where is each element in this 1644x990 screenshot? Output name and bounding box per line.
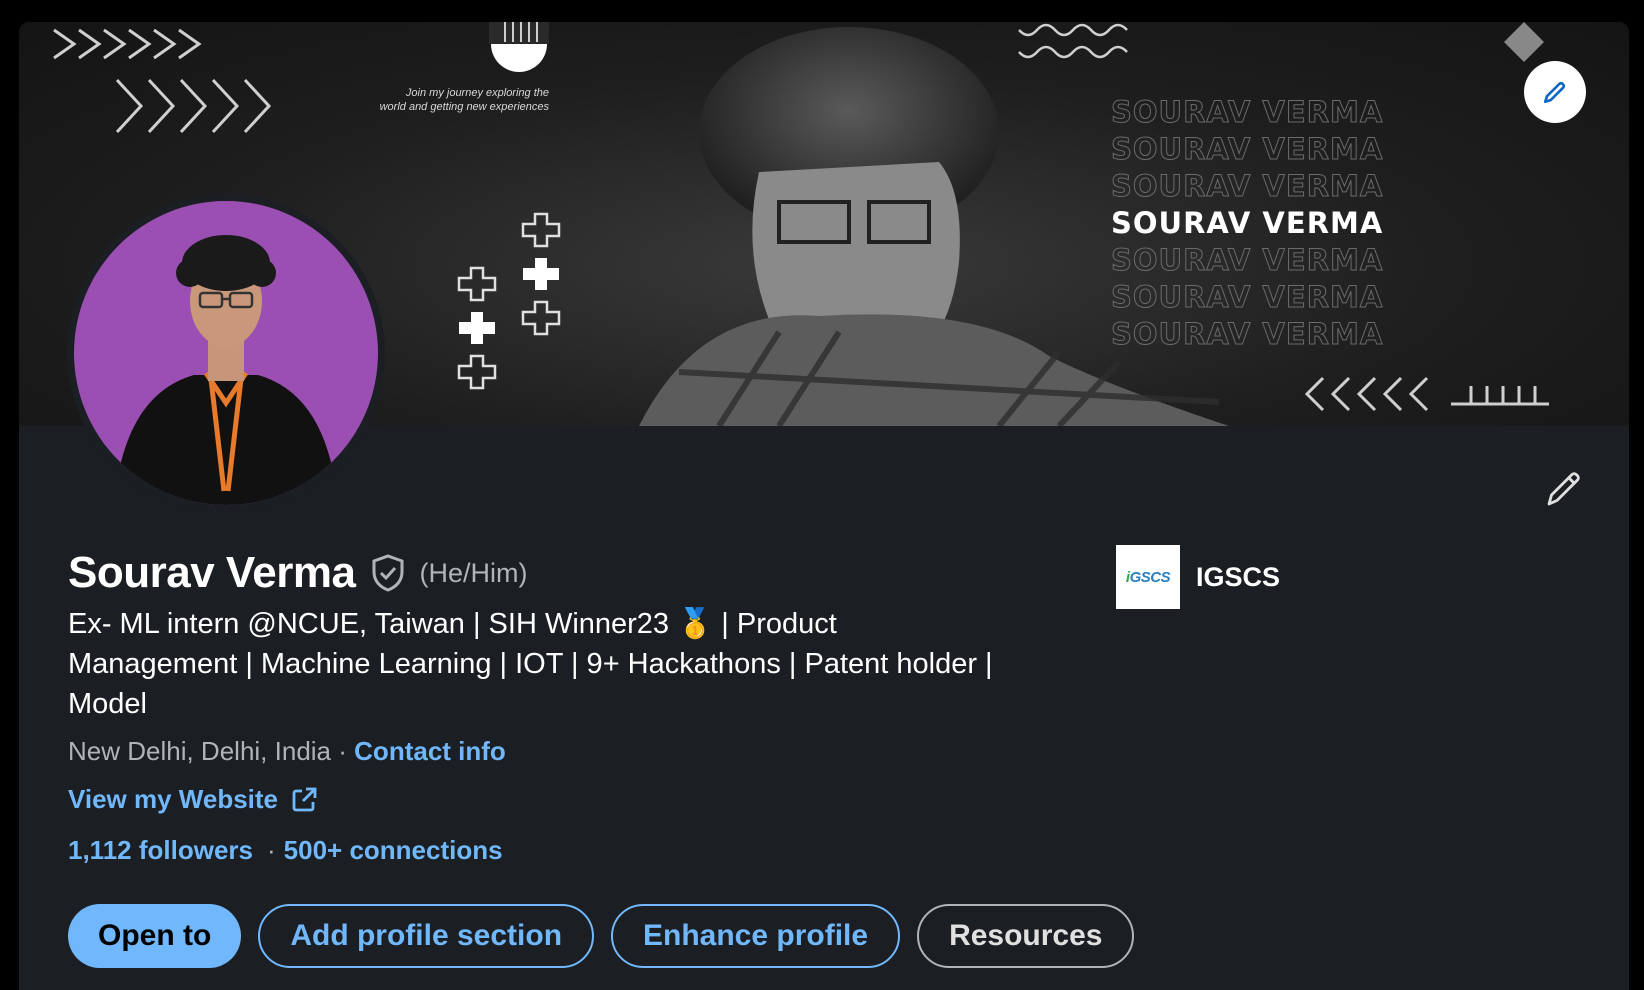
edit-banner-button[interactable] bbox=[1524, 61, 1586, 123]
name-row: Sourav Verma (He/Him) bbox=[68, 548, 528, 598]
contact-info-link[interactable]: Contact info bbox=[354, 736, 506, 766]
verified-shield-icon[interactable] bbox=[368, 553, 408, 593]
banner-name-ghost: SOURAV VERMA bbox=[1111, 243, 1384, 278]
add-profile-section-button[interactable]: Add profile section bbox=[258, 904, 595, 968]
profile-actions: Open to Add profile section Enhance prof… bbox=[68, 904, 1135, 968]
location-row: New Delhi, Delhi, India · Contact info bbox=[68, 736, 506, 767]
pronouns: (He/Him) bbox=[419, 557, 528, 588]
banner-name: SOURAV VERMA bbox=[1111, 206, 1384, 240]
pencil-icon bbox=[1543, 81, 1566, 104]
banner-name-ghost: SOURAV VERMA bbox=[1111, 317, 1384, 352]
banner-name-stack: SOURAV VERMA SOURAV VERMA SOURAV VERMA S… bbox=[1111, 94, 1531, 353]
profile-headline: Ex- ML intern @NCUE, Taiwan | SIH Winner… bbox=[68, 608, 993, 720]
pencil-icon bbox=[1547, 472, 1580, 506]
company-name: IGSCS bbox=[1196, 561, 1281, 592]
banner-name-ghost: SOURAV VERMA bbox=[1111, 95, 1384, 130]
profile-avatar[interactable] bbox=[67, 194, 385, 512]
website-link[interactable]: View my Website bbox=[68, 784, 318, 815]
banner-name-ghost: SOURAV VERMA bbox=[1111, 280, 1384, 315]
open-to-button[interactable]: Open to bbox=[68, 904, 242, 968]
location-separator: · bbox=[338, 736, 347, 766]
banner-name-ghost: SOURAV VERMA bbox=[1111, 169, 1384, 204]
current-company[interactable]: i GSCS IGSCS bbox=[1116, 545, 1280, 609]
resources-button[interactable]: Resources bbox=[917, 904, 1135, 968]
network-separator: · bbox=[266, 835, 276, 865]
location-text: New Delhi, Delhi, India bbox=[68, 736, 332, 766]
avatar-photo bbox=[74, 201, 378, 505]
profile-name: Sourav Verma bbox=[68, 548, 356, 597]
banner-journey-text: Join my journey exploring the world and … bbox=[379, 87, 549, 113]
website-label: View my Website bbox=[68, 784, 279, 814]
profile-card: Join my journey exploring the world and … bbox=[19, 22, 1629, 990]
external-link-icon bbox=[292, 787, 317, 811]
company-logo-text-b: GSCS bbox=[1129, 568, 1171, 586]
followers-link[interactable]: 1,112 followers bbox=[68, 835, 253, 866]
banner-name-ghost: SOURAV VERMA bbox=[1111, 132, 1384, 167]
network-row: 1,112 followers · 500+ connections bbox=[68, 835, 503, 866]
avatar-portrait bbox=[114, 235, 338, 505]
connections-link[interactable]: 500+ connections bbox=[284, 835, 503, 866]
enhance-profile-button[interactable]: Enhance profile bbox=[611, 904, 901, 968]
edit-intro-button[interactable] bbox=[1539, 464, 1587, 512]
company-logo: i GSCS bbox=[1116, 545, 1180, 609]
